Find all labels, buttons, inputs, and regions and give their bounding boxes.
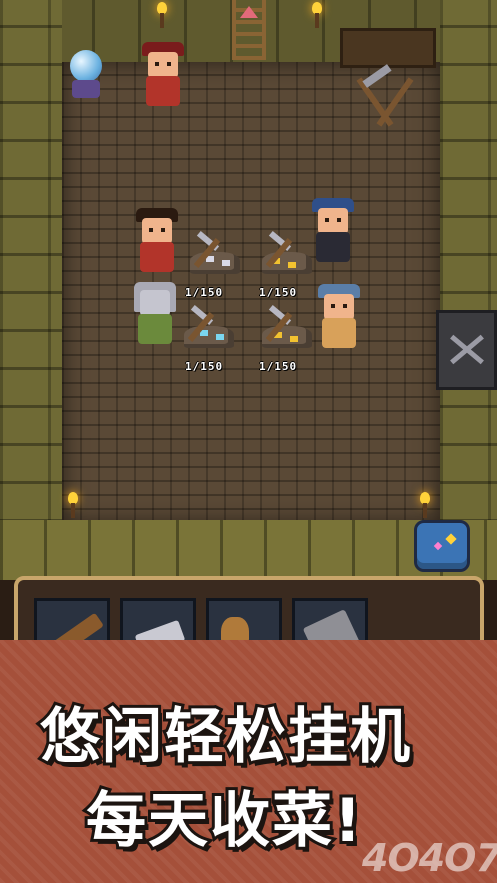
miner-hero-aviator[interactable] [312,280,368,352]
iron-ore-node[interactable] [186,230,244,276]
mining-progress-counter: 1/150 [259,360,298,373]
miner-hero-knight[interactable] [128,276,184,348]
wall-emblem-panel [436,310,497,390]
promo-slogan-line1: 悠闲轻松挂机 [37,699,413,775]
torch-icon [155,2,169,28]
pickaxe-rack-icon [356,64,432,136]
shopkeeper-character[interactable] [136,38,192,110]
promo-slogan-line2: 每天收菜! [83,783,364,859]
game-scene: 1/150 1/150 1/150 1/150 悠闲轻松挂机 每天收菜! 4O4… [0,0,497,883]
mining-progress-counter: 1/150 [259,286,298,299]
up-arrow-icon[interactable] [240,6,258,18]
torch-icon [310,2,324,28]
crystal-ball-icon[interactable] [66,50,106,100]
mining-progress-counter: 1/150 [185,286,224,299]
gold-ore-node[interactable] [258,304,316,350]
left-wall [0,0,62,560]
tool-shelf [340,28,436,68]
gold-ore-node[interactable] [258,230,316,276]
inventory-bag-button[interactable] [414,520,470,572]
mining-progress-counter: 1/150 [185,360,224,373]
miner-hero-cowboy[interactable] [130,204,186,276]
site-watermark: 4O4O7.com [362,836,497,880]
right-wall [440,0,497,560]
torch-icon [66,492,80,518]
torch-icon [418,492,432,518]
crystal-ore-node[interactable] [180,304,238,350]
gem-icon [433,541,443,551]
bag-icon [445,533,457,545]
